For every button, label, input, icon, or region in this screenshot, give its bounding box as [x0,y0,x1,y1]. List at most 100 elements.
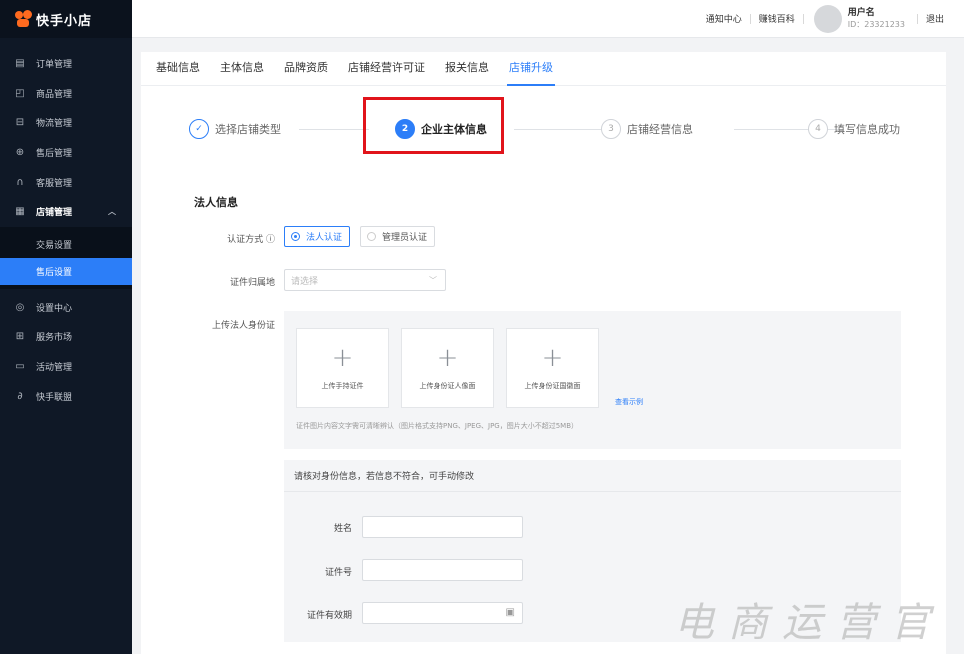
sidebar-item-label: 服务市场 [36,333,73,344]
sidebar-item-label: 活动管理 [36,363,73,374]
sidebar-item-label: 店铺管理 [36,208,73,219]
activity-icon: ▭ [15,361,25,373]
user-info[interactable]: 用户名 ID：23321233 [848,8,905,30]
chevron-up-icon: ︿ [108,207,116,217]
step-label: 选择店铺类型 [215,123,281,136]
avatar[interactable] [813,4,842,33]
radio-label: 管理员认证 [382,233,428,243]
sidebar-item-activity[interactable]: ▭ 活动管理 [0,352,132,382]
progress-steps: ✓ 选择店铺类型 2 企业主体信息 3 店铺经营信息 4 填写信息成功 [189,112,906,146]
headset-icon: ∩ [16,176,24,188]
verify-panel-title: 请核对身份信息，若信息不符合，可手动修改 [284,460,901,492]
step-connector [299,129,369,130]
bag-icon: ◰ [15,87,25,99]
sidebar-item-alliance[interactable]: ∂ 快手联盟 [0,381,132,411]
id-region-select[interactable]: 请选择 ﹀ [284,269,446,291]
step-number: 4 [808,119,828,139]
tab-basic-info[interactable]: 基础信息 [156,51,200,85]
id-validity-label: 证件有效期 [306,611,352,621]
top-bar: 通知中心 赚钱百科 用户名 ID：23321233 退出 [132,0,964,38]
sidebar-item-label: 商品管理 [36,89,73,100]
user-id: ID：23321233 [847,19,905,29]
chevron-down-icon: ﹀ [429,275,437,285]
sidebar-item-service[interactable]: ∩ 客服管理 [0,167,132,197]
sidebar-item-label: 订单管理 [36,60,73,71]
sidebar-item-aftersale[interactable]: ⊕ 售后管理 [0,138,132,168]
id-number-label: 证件号 [324,568,352,578]
upload-id-label: 上传法人身份证 [211,321,275,331]
step-label: 店铺经营信息 [627,123,693,136]
sidebar-menu: ▤ 订单管理 ◰ 商品管理 ⊟ 物流管理 ⊕ 售后管理 ∩ 客服管理 ▦ 店铺管… [0,38,132,227]
sidebar: 快手小店 ▤ 订单管理 ◰ 商品管理 ⊟ 物流管理 ⊕ 售后管理 ∩ 客服管理 … [0,0,132,654]
plus-icon: + [436,343,459,373]
section-title-legal-person: 法人信息 [194,196,238,209]
watermark-text: 电商运营官 [674,600,944,646]
notification-center-link[interactable]: 通知中心 [698,12,750,25]
store-icon: ▦ [15,206,25,218]
radio-admin-auth[interactable]: 管理员认证 [360,226,436,247]
step-label: 填写信息成功 [834,123,900,136]
radio-dot-icon [291,232,300,241]
sidebar-item-label: 物流管理 [36,119,73,130]
tab-store-upgrade[interactable]: 店铺升级 [507,51,555,86]
sidebar-subitem-aftersale-settings[interactable]: 售后设置 [0,257,132,285]
radio-dot-icon [367,232,377,241]
sidebar-item-label: 快手联盟 [36,392,73,403]
sidebar-subitem-trade-settings[interactable]: 交易设置 [0,231,132,258]
id-number-input[interactable] [362,559,523,581]
upload-caption: 上传身份证人像面 [419,382,476,390]
auth-method-radio-group: 法人认证 管理员认证 [284,226,445,247]
name-label: 姓名 [333,524,352,534]
id-validity-date-picker[interactable]: ▣ [362,602,523,624]
upload-hint-text: 证件图片内容文字需可清晰辨认（图片格式支持PNG、JPEG、JPG，图片大小不超… [296,422,579,430]
store-submenu: 交易设置 售后设置 [0,226,132,289]
kuaishou-logo-icon [14,10,32,28]
logout-link[interactable]: 退出 [918,12,952,25]
link-icon: ∂ [17,390,23,402]
radio-label: 法人认证 [306,233,343,243]
plus-icon: + [331,343,354,373]
sidebar-item-logistics[interactable]: ⊟ 物流管理 [0,108,132,138]
sidebar-item-label: 设置中心 [36,303,73,314]
select-placeholder: 请选择 [291,276,319,287]
sidebar-item-settings[interactable]: ◎ 设置中心 [0,293,132,323]
divider [802,13,804,24]
order-icon: ▤ [15,58,25,70]
step-select-store-type: ✓ 选择店铺类型 [189,112,281,146]
truck-icon: ⊟ [15,117,25,129]
sidebar-item-products[interactable]: ◰ 商品管理 [0,79,132,109]
upload-caption: 上传身份证国徽面 [524,382,581,390]
auth-method-label: 认证方式 ⓘ [227,235,275,245]
sidebar-item-label: 客服管理 [36,178,73,189]
tab-brand-qualification[interactable]: 品牌资质 [284,51,328,85]
grid-icon: ⊞ [15,331,25,343]
step-fill-success: 4 填写信息成功 [808,112,900,146]
app-name: 快手小店 [36,13,93,29]
calendar-icon: ▣ [505,607,515,618]
highlight-annotation-box [363,97,504,154]
name-input[interactable] [362,516,523,538]
upload-caption: 上传手持证件 [321,382,364,390]
step-number: 3 [601,119,621,139]
sidebar-subitem-label: 售后设置 [36,267,73,278]
tab-entity-info[interactable]: 主体信息 [220,51,264,85]
tab-business-license[interactable]: 店铺经营许可证 [348,51,425,85]
upload-id-front-button[interactable]: + 上传身份证人像面 [401,328,494,408]
upload-handheld-id-button[interactable]: + 上传手持证件 [296,328,389,408]
radio-legal-person-auth[interactable]: 法人认证 [284,226,351,247]
tab-customs-info[interactable]: 报关信息 [445,51,489,85]
upload-panel: + 上传手持证件 + 上传身份证人像面 + 上传身份证国徽面 查看示例 证件图片… [284,311,901,449]
upload-id-back-button[interactable]: + 上传身份证国徽面 [506,328,599,408]
sidebar-item-market[interactable]: ⊞ 服务市场 [0,322,132,352]
plus-icon: + [541,343,564,373]
sidebar-item-orders[interactable]: ▤ 订单管理 [0,49,132,79]
earning-wiki-link[interactable]: 赚钱百科 [751,12,803,25]
settings-icon: ◎ [15,301,25,313]
sidebar-menu-bottom: ◎ 设置中心 ⊞ 服务市场 ▭ 活动管理 ∂ 快手联盟 [0,289,132,411]
app-logo[interactable]: 快手小店 [0,0,132,38]
sidebar-subitem-label: 交易设置 [36,240,73,251]
main-panel: 基础信息 主体信息 品牌资质 店铺经营许可证 报关信息 店铺升级 ✓ 选择店铺类… [141,52,946,654]
sidebar-item-store[interactable]: ▦ 店铺管理 ︿ [0,197,132,227]
check-icon: ✓ [189,119,209,139]
view-example-link[interactable]: 查看示例 [615,397,643,407]
